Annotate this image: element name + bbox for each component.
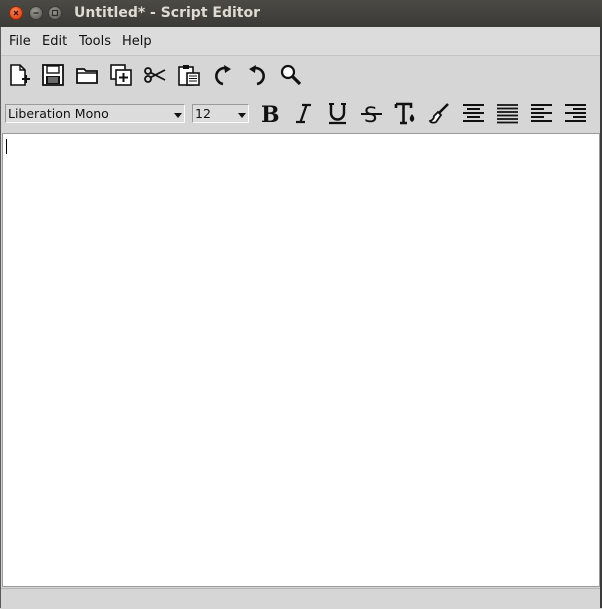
align-center-button[interactable] [461,101,486,126]
maximize-window-button[interactable] [48,6,62,20]
font-family-select[interactable]: Liberation Mono [5,104,185,123]
redo-button[interactable] [211,63,235,87]
menu-help[interactable]: Help [122,34,152,49]
strikethrough-icon: S [361,103,382,127]
paste-button[interactable] [177,63,201,87]
align-justify-button[interactable] [495,101,520,126]
chevron-down-icon [174,113,182,118]
align-right-button[interactable] [563,101,588,126]
align-justify-icon [497,104,518,124]
minimize-icon [33,12,39,14]
font-size-value: 12 [195,106,211,121]
paste-icon [178,65,200,86]
text-color-icon [394,102,415,125]
italic-icon [296,103,311,124]
window-title: Untitled* - Script Editor [74,5,260,21]
brush-button[interactable] [427,101,452,126]
font-family-value: Liberation Mono [8,106,109,121]
new-file-button[interactable] [7,63,31,87]
maximize-icon [51,9,59,17]
minimize-window-button[interactable] [29,6,43,20]
script-editor-window: Untitled* - Script Editor File Edit Tool… [0,0,602,609]
align-center-icon [463,104,484,122]
status-bar [0,588,602,609]
bold-icon: B [261,102,280,128]
italic-button[interactable] [291,101,316,126]
script-text-area[interactable] [2,133,600,587]
underline-icon [329,103,346,125]
text-caret [6,139,7,154]
close-window-button[interactable] [9,6,23,20]
cut-button[interactable] [143,63,167,87]
menu-tools[interactable]: Tools [79,34,111,49]
find-button[interactable] [279,63,303,87]
find-icon [280,64,302,86]
menu-edit[interactable]: Edit [42,34,67,49]
bold-button[interactable]: B [257,101,282,128]
brush-icon [428,103,449,124]
add-copy-icon [110,64,132,86]
text-color-button[interactable] [393,101,418,126]
align-left-icon [531,104,552,122]
close-icon [13,10,19,16]
save-icon [42,64,64,86]
title-bar: Untitled* - Script Editor [0,0,602,27]
open-button[interactable] [75,63,99,87]
chevron-down-icon [238,113,246,118]
align-right-icon [565,104,586,122]
add-copy-button[interactable] [109,63,133,87]
undo-icon [249,65,265,86]
window-border-left [0,27,1,608]
align-left-button[interactable] [529,101,554,126]
underline-button[interactable] [325,101,350,126]
undo-button[interactable] [245,63,269,87]
menu-file[interactable]: File [9,34,31,49]
menu-bar: File Edit Tools Help [0,27,602,56]
redo-icon [215,65,231,86]
new-file-icon [10,64,30,86]
open-folder-icon [76,68,98,84]
font-size-select[interactable]: 12 [192,104,249,123]
svg-text:B: B [261,102,280,126]
strikethrough-button[interactable]: S [359,101,384,127]
save-button[interactable] [41,63,65,87]
cut-icon [144,67,166,83]
